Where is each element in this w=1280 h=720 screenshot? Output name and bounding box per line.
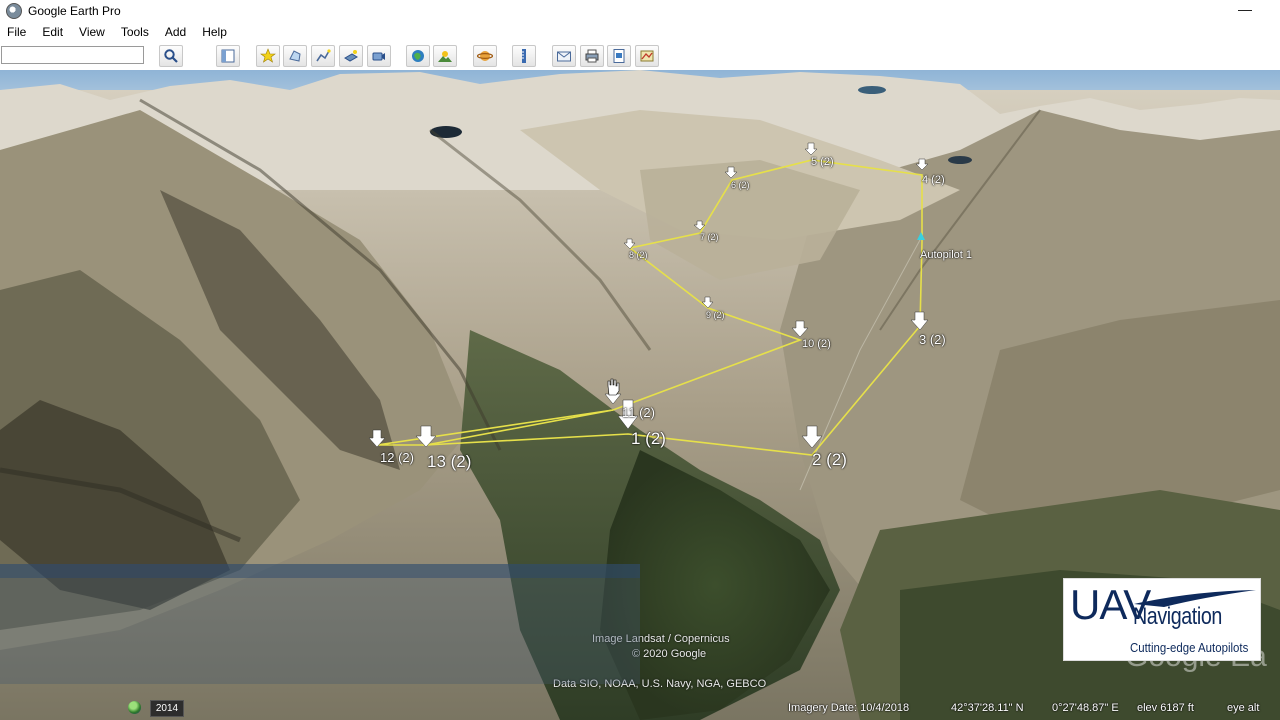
logo-navigation-text: Navigation xyxy=(1133,603,1222,630)
uav-navigation-logo: UAV Navigation Cutting-edge Autopilots xyxy=(1063,578,1261,661)
menu-add[interactable]: Add xyxy=(157,25,194,39)
waypoint-4-label[interactable]: 4 (2) xyxy=(922,174,945,186)
sidebar-toggle-icon xyxy=(221,49,235,63)
path-icon xyxy=(316,49,331,62)
imagery-date: Imagery Date: 10/4/2018 xyxy=(788,702,910,714)
menu-file[interactable]: File xyxy=(0,25,34,39)
minimize-button[interactable] xyxy=(1238,4,1252,16)
waypoint-9-marker xyxy=(701,296,714,309)
planets-button[interactable] xyxy=(473,45,497,67)
sunlight-button[interactable] xyxy=(433,45,457,67)
print-button[interactable] xyxy=(580,45,604,67)
add-path-button[interactable] xyxy=(311,45,335,67)
sunlight-icon xyxy=(438,51,452,62)
waypoint-8-marker xyxy=(623,238,636,250)
ruler-button[interactable] xyxy=(512,45,536,67)
waypoint-7-label[interactable]: 7 (2) xyxy=(700,232,719,242)
polygon-icon xyxy=(289,50,301,62)
sidebar-toggle-button[interactable] xyxy=(216,45,240,67)
print-icon xyxy=(585,49,599,63)
waypoint-6-label[interactable]: 6 (2) xyxy=(731,180,750,190)
window-title: Google Earth Pro xyxy=(28,4,121,18)
autopilot-marker xyxy=(917,232,925,240)
waypoint-13-marker xyxy=(415,425,437,448)
historical-imagery-globe-icon[interactable] xyxy=(128,701,141,714)
waypoint-10-marker xyxy=(791,320,809,338)
waypoint-4-marker xyxy=(915,158,929,171)
save-image-button[interactable] xyxy=(607,45,631,67)
placemark-icon xyxy=(260,48,276,63)
video-overlay-panel xyxy=(0,564,640,684)
waypoint-6-marker xyxy=(724,166,738,179)
waypoint-9-label[interactable]: 9 (2) xyxy=(706,310,725,320)
waypoint-12-marker xyxy=(368,429,386,448)
add-image-overlay-button[interactable] xyxy=(339,45,363,67)
elevation-readout: elev 6187 ft xyxy=(1137,702,1194,714)
logo-tagline: Cutting-edge Autopilots xyxy=(1130,640,1249,655)
image-overlay-icon xyxy=(344,50,358,62)
copyright-notice: © 2020 Google xyxy=(632,648,707,660)
hand-cursor-icon xyxy=(607,378,620,396)
search-input[interactable] xyxy=(1,46,144,64)
waypoint-5-label[interactable]: 5 (2) xyxy=(811,156,834,168)
email-icon xyxy=(557,51,571,62)
menu-tools[interactable]: Tools xyxy=(113,25,157,39)
view-in-maps-button[interactable] xyxy=(635,45,659,67)
title-bar: Google Earth Pro xyxy=(0,0,1280,22)
menu-help[interactable]: Help xyxy=(194,25,235,39)
waypoint-10-label[interactable]: 10 (2) xyxy=(802,338,831,350)
search-icon xyxy=(164,49,178,63)
waypoint-1-label[interactable]: 1 (2) xyxy=(631,429,666,449)
waypoint-11-label[interactable]: 11 (2) xyxy=(622,405,655,420)
menu-edit[interactable]: Edit xyxy=(34,25,71,39)
waypoint-2-label[interactable]: 2 (2) xyxy=(812,450,847,470)
historical-imagery-button[interactable] xyxy=(406,45,430,67)
year-badge[interactable]: 2014 xyxy=(150,700,184,717)
waypoint-12-label[interactable]: 12 (2) xyxy=(380,450,414,465)
waypoint-7-marker xyxy=(693,220,706,231)
toolbar xyxy=(0,42,1280,71)
email-button[interactable] xyxy=(552,45,576,67)
record-tour-button[interactable] xyxy=(367,45,391,67)
menu-bar: File Edit View Tools Add Help xyxy=(0,22,1280,42)
view-in-maps-icon xyxy=(640,50,654,62)
waypoint-3-label[interactable]: 3 (2) xyxy=(919,332,946,347)
waypoint-13-label[interactable]: 13 (2) xyxy=(427,452,471,472)
add-polygon-button[interactable] xyxy=(283,45,307,67)
latitude-readout: 42°37'28.11" N xyxy=(951,702,1024,714)
google-earth-icon xyxy=(6,3,22,19)
waypoint-8-label[interactable]: 8 (2) xyxy=(629,250,648,260)
search-button[interactable] xyxy=(159,45,183,67)
longitude-readout: 0°27'48.87" E xyxy=(1052,702,1119,714)
waypoint-2-marker xyxy=(801,425,823,449)
autopilot-label[interactable]: Autopilot 1 xyxy=(920,249,972,261)
waypoint-3-marker xyxy=(910,311,929,331)
planets-icon xyxy=(477,51,493,61)
menu-view[interactable]: View xyxy=(71,25,113,39)
waypoint-5-marker xyxy=(804,142,818,156)
ruler-icon xyxy=(522,49,526,63)
eye-altitude-readout: eye alt xyxy=(1227,702,1260,714)
historical-imagery-icon xyxy=(412,50,424,62)
record-tour-icon xyxy=(372,52,385,61)
save-image-icon xyxy=(613,49,625,63)
add-placemark-button[interactable] xyxy=(256,45,280,67)
